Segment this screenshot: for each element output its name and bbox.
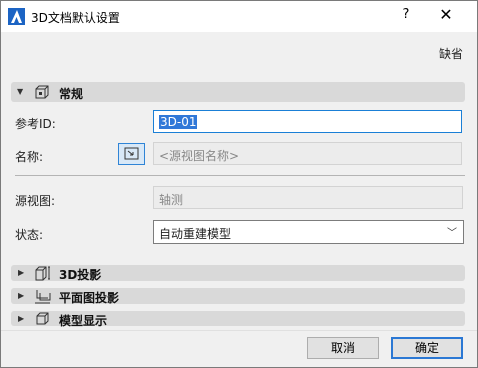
expand-arrow-icon[interactable]: ▶ (18, 314, 24, 323)
footer-divider (1, 330, 477, 331)
section-3d-projection-title: 3D投影 (59, 268, 102, 282)
name-label: 名称: (15, 150, 44, 164)
close-button[interactable]: ✕ (435, 5, 457, 24)
collapse-arrow-icon[interactable]: ▼ (17, 87, 23, 96)
status-value: 自动重建模型 (159, 227, 232, 241)
section-general-header[interactable]: ▼ 常规 (11, 82, 465, 102)
section-3d-projection-header[interactable]: ▶ 3D投影 (11, 265, 465, 282)
help-button[interactable]: ? (397, 7, 415, 22)
link-name-icon (124, 147, 139, 160)
ref-id-label: 参考ID: (15, 117, 56, 131)
floor-plan-icon (35, 290, 51, 304)
section-floor-plan-title: 平面图投影 (59, 291, 120, 305)
source-view-field: 轴测 (153, 186, 463, 209)
source-name-button[interactable] (118, 143, 145, 165)
default-label[interactable]: 缺省 (439, 45, 463, 62)
section-model-display-title: 模型显示 (59, 314, 108, 328)
title-bar: 3D文档默认设置 ? ✕ (1, 1, 477, 32)
general-settings-icon (35, 85, 49, 99)
model-display-icon (36, 312, 49, 325)
source-view-label: 源视图: (15, 194, 56, 208)
3d-projection-icon (35, 266, 50, 281)
ref-id-value: 3D-01 (159, 115, 198, 129)
archicad-logo-icon (8, 8, 25, 25)
name-input[interactable]: <源视图名称> (153, 142, 462, 165)
section-floor-plan-header[interactable]: ▶ 平面图投影 (11, 288, 465, 305)
chevron-down-icon: ﹀ (447, 228, 457, 239)
ok-button[interactable]: 确定 (391, 337, 463, 359)
expand-arrow-icon[interactable]: ▶ (18, 291, 24, 300)
dialog-window: 3D文档默认设置 ? ✕ 缺省 ▼ 常规 参考ID: 3D-01 名称: <源视… (0, 0, 478, 368)
ref-id-input[interactable]: 3D-01 (153, 110, 462, 133)
section-general-title: 常规 (59, 87, 84, 101)
status-label: 状态: (15, 228, 44, 242)
divider (15, 175, 465, 176)
status-select[interactable]: 自动重建模型 ﹀ (153, 220, 464, 244)
expand-arrow-icon[interactable]: ▶ (18, 268, 24, 277)
cancel-button[interactable]: 取消 (307, 337, 379, 359)
window-title: 3D文档默认设置 (31, 11, 120, 25)
section-model-display-header[interactable]: ▶ 模型显示 (11, 311, 465, 328)
